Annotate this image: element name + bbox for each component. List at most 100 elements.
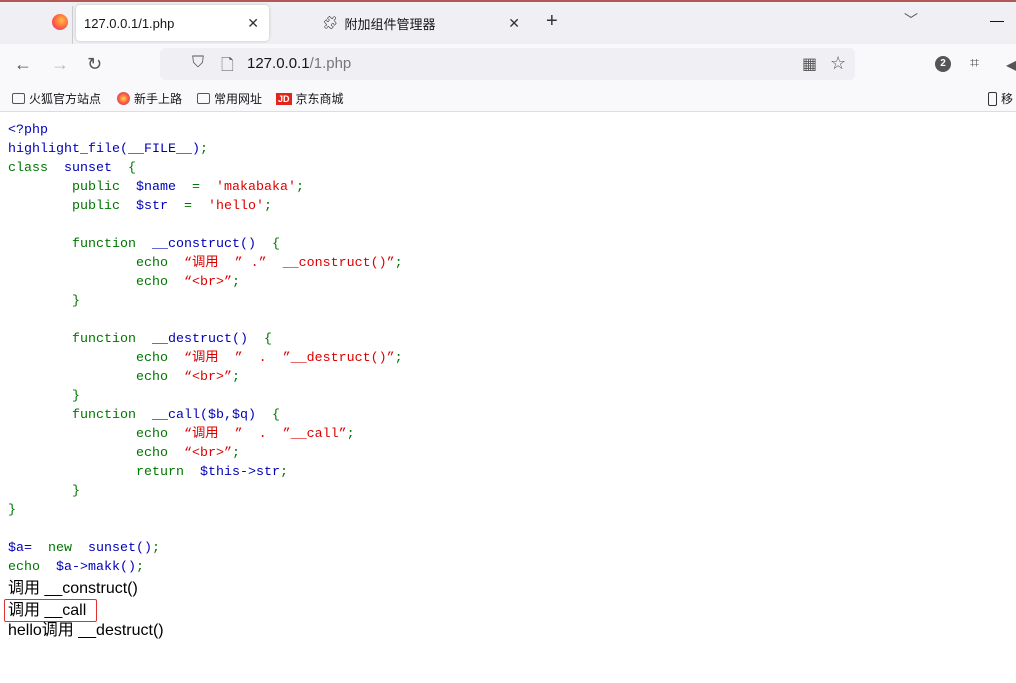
bookmark-label: 移 (1001, 92, 1014, 106)
code-line: echo “调用 ” . ”__call”; (8, 425, 403, 444)
bookmark-label: 京东商城 (295, 92, 344, 106)
code-line: class sunset { (8, 159, 403, 178)
new-tab-icon[interactable]: + (546, 10, 558, 33)
code-line: } (8, 501, 403, 520)
folder-icon (12, 93, 25, 104)
mobile-bookmarks[interactable]: 移 (988, 90, 1013, 107)
code-line: function __call($b,$q) { (8, 406, 403, 425)
code-token: echo (8, 275, 184, 290)
code-token: $str (135, 199, 184, 214)
output-line: 调用 __construct() (8, 580, 138, 597)
code-line: <?php (8, 121, 403, 140)
nav-bar: ← → ↻ ⛉ 🗋 127.0.0.1/1.php ▦ ☆ 2 ⌗ ◀ (0, 44, 1016, 86)
tab-bar: 127.0.0.1/1.php ✕ 🧩︎ 附加组件管理器 ✕ + ﹀ — (0, 2, 1016, 44)
code-token: ; (279, 465, 288, 480)
output-line: hello调用 __destruct() (8, 622, 164, 639)
code-token: “<br>” (183, 275, 232, 290)
code-token: ; (295, 180, 304, 195)
code-token: sunset() (88, 541, 152, 556)
code-line: echo $a->makk(); (8, 558, 403, 577)
close-icon[interactable]: ✕ (508, 15, 520, 32)
code-token: $this->str (199, 465, 280, 480)
code-token: public (8, 199, 136, 214)
url-path: /1.php (309, 55, 352, 72)
code-token: “调用 ” . ”__call” (183, 427, 347, 442)
star-icon[interactable]: ☆ (830, 53, 846, 74)
code-token: ; (346, 427, 355, 442)
code-token: __construct() (151, 237, 272, 252)
minimize-icon[interactable]: — (990, 12, 1004, 28)
folder-icon (197, 93, 210, 104)
close-icon[interactable]: ✕ (247, 15, 259, 32)
url-bar[interactable]: ⛉ 🗋 127.0.0.1/1.php ▦ ☆ (160, 48, 855, 80)
code-token: new (48, 541, 88, 556)
bookmark-item[interactable]: 新手上路 (117, 90, 182, 107)
code-token: return (8, 465, 200, 480)
puzzle-icon: 🧩︎ (322, 15, 339, 30)
more-icon[interactable]: ◀ (1006, 55, 1016, 75)
bookmark-item[interactable]: 火狐官方站点 (12, 90, 101, 107)
shield-icon[interactable]: ⛉ (192, 54, 204, 72)
code-token: $name (135, 180, 192, 195)
mobile-icon (988, 91, 997, 106)
code-token: echo (8, 370, 184, 385)
bookmark-label: 新手上路 (134, 92, 183, 106)
code-token: $a= (8, 541, 48, 556)
code-token: = (183, 199, 208, 214)
code-token: ; (199, 142, 208, 157)
code-token: } (8, 389, 80, 404)
code-token: } (8, 484, 80, 499)
qr-code-icon[interactable]: ▦ (802, 54, 817, 74)
bookmark-item[interactable]: JD 京东商城 (276, 90, 344, 107)
code-token: echo (8, 256, 184, 271)
code-token: “<br>” (183, 370, 232, 385)
tab-active[interactable]: 127.0.0.1/1.php ✕ (76, 5, 269, 41)
code-token: ; (394, 351, 403, 366)
code-line: echo “调用 ” . ”__destruct()”; (8, 349, 403, 368)
divider (72, 6, 73, 44)
tab-addons[interactable]: 🧩︎ 附加组件管理器 ✕ (310, 5, 530, 41)
code-token: __call($b,$q) (151, 408, 272, 423)
code-token: $a->makk() (56, 560, 136, 575)
code-token: highlight_file(__FILE__) (8, 142, 200, 157)
code-token: echo (8, 446, 184, 461)
code-token: ; (231, 275, 240, 290)
code-token: ; (135, 560, 144, 575)
code-line: function __destruct() { (8, 330, 403, 349)
firefox-icon[interactable] (52, 14, 68, 30)
code-token: ; (263, 199, 272, 214)
bookmarks-bar: 火狐官方站点 新手上路 常用网址 JD 京东商城 移 (0, 86, 1016, 112)
code-token: “<br>” (183, 446, 232, 461)
code-token: __destruct() (151, 332, 264, 347)
chevron-down-icon[interactable]: ﹀ (904, 10, 918, 30)
back-icon[interactable]: ← (14, 54, 32, 75)
extension-badge[interactable]: 2 (935, 56, 951, 72)
code-token: } (8, 503, 16, 518)
bookmark-item[interactable]: 常用网址 (197, 90, 262, 107)
tab-label: 附加组件管理器 (344, 16, 436, 32)
code-token: function (8, 237, 152, 252)
code-token: ; (394, 256, 403, 271)
code-line: function __construct() { (8, 235, 403, 254)
forward-icon[interactable]: → (51, 54, 69, 75)
code-token: echo (8, 560, 56, 575)
crop-icon[interactable]: ⌗ (970, 55, 979, 73)
code-token: public (8, 180, 136, 195)
code-token: 'hello' (207, 199, 264, 214)
reload-icon[interactable]: ↻ (87, 54, 102, 75)
code-token: function (8, 408, 152, 423)
page-icon: 🗋 (221, 57, 234, 74)
code-token: class (8, 161, 64, 176)
bookmark-label: 火狐官方站点 (29, 92, 102, 106)
code-token: “调用 ” .” __construct()” (183, 256, 395, 271)
bookmark-label: 常用网址 (214, 92, 263, 106)
code-token: } (8, 294, 80, 309)
code-token: ; (152, 541, 160, 556)
code-line: echo “<br>”; (8, 273, 403, 292)
code-token: ; (231, 446, 240, 461)
code-line: } (8, 387, 403, 406)
code-token: = (191, 180, 216, 195)
code-token: echo (8, 427, 184, 442)
